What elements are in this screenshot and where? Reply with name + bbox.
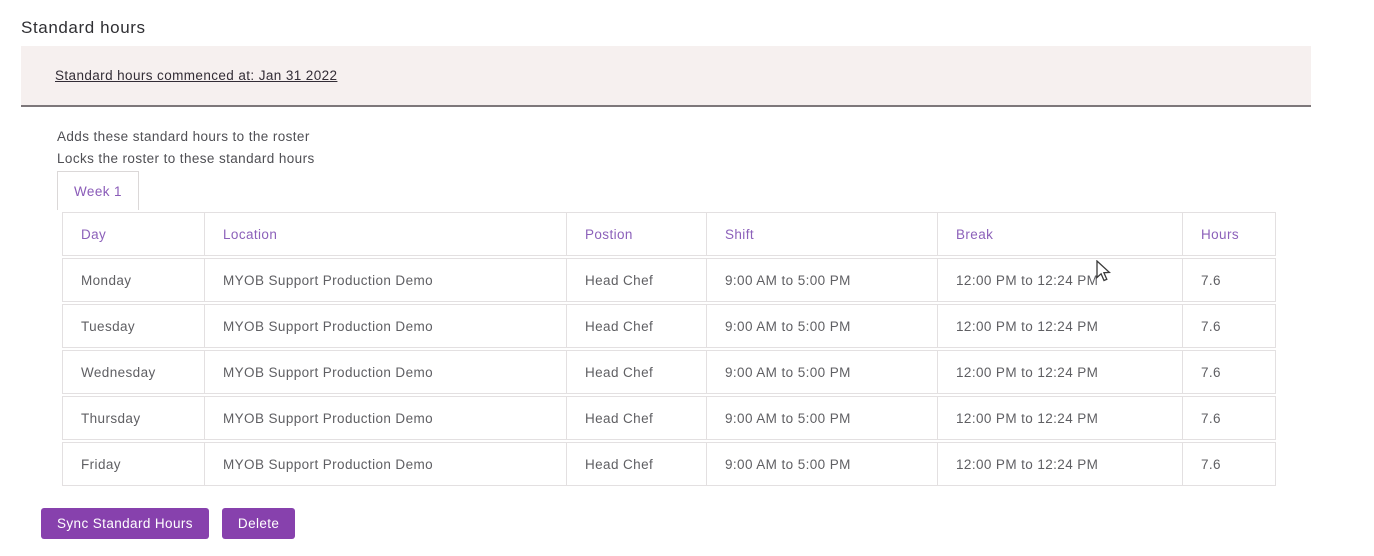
commenced-banner: Standard hours commenced at: Jan 31 2022	[21, 46, 1311, 107]
page-title: Standard hours	[21, 18, 146, 37]
table-row-monday: Monday MYOB Support Production Demo Head…	[62, 258, 1276, 302]
cell-location: MYOB Support Production Demo	[205, 304, 567, 348]
cell-day: Tuesday	[62, 304, 205, 348]
cell-shift: 9:00 AM to 5:00 PM	[707, 350, 938, 394]
cell-break: 12:00 PM to 12:24 PM	[938, 350, 1183, 394]
description-adds-line: Adds these standard hours to the roster	[57, 129, 310, 144]
table-row-wednesday: Wednesday MYOB Support Production Demo H…	[62, 350, 1276, 394]
cell-day: Monday	[62, 258, 205, 302]
cell-break: 12:00 PM to 12:24 PM	[938, 304, 1183, 348]
commenced-date-link[interactable]: Standard hours commenced at: Jan 31 2022	[55, 68, 337, 83]
cell-hours: 7.6	[1183, 396, 1276, 440]
cell-location: MYOB Support Production Demo	[205, 258, 567, 302]
cell-shift: 9:00 AM to 5:00 PM	[707, 258, 938, 302]
cell-location: MYOB Support Production Demo	[205, 350, 567, 394]
table-row-friday: Friday MYOB Support Production Demo Head…	[62, 442, 1276, 486]
cell-postion: Head Chef	[567, 350, 707, 394]
table-row-tuesday: Tuesday MYOB Support Production Demo Hea…	[62, 304, 1276, 348]
cell-hours: 7.6	[1183, 350, 1276, 394]
cell-hours: 7.6	[1183, 442, 1276, 486]
tab-week-1[interactable]: Week 1	[57, 171, 139, 210]
cell-break: 12:00 PM to 12:24 PM	[938, 396, 1183, 440]
table-header-row: Day Location Postion Shift Break Hours	[62, 212, 1276, 256]
table-row-thursday: Thursday MYOB Support Production Demo He…	[62, 396, 1276, 440]
cell-break: 12:00 PM to 12:24 PM	[938, 258, 1183, 302]
cell-postion: Head Chef	[567, 396, 707, 440]
cell-day: Wednesday	[62, 350, 205, 394]
standard-hours-table: Day Location Postion Shift Break Hours M…	[62, 210, 1276, 488]
cell-day: Friday	[62, 442, 205, 486]
cell-shift: 9:00 AM to 5:00 PM	[707, 442, 938, 486]
column-header-location: Location	[205, 212, 567, 256]
cell-postion: Head Chef	[567, 258, 707, 302]
cell-postion: Head Chef	[567, 442, 707, 486]
description-locks-line: Locks the roster to these standard hours	[57, 151, 315, 166]
cell-location: MYOB Support Production Demo	[205, 442, 567, 486]
column-header-postion: Postion	[567, 212, 707, 256]
cell-break: 12:00 PM to 12:24 PM	[938, 442, 1183, 486]
delete-button[interactable]: Delete	[221, 508, 296, 539]
cell-shift: 9:00 AM to 5:00 PM	[707, 396, 938, 440]
cell-hours: 7.6	[1183, 304, 1276, 348]
cell-hours: 7.6	[1183, 258, 1276, 302]
action-buttons: Sync Standard Hours Delete	[41, 508, 296, 539]
cell-day: Thursday	[62, 396, 205, 440]
column-header-hours: Hours	[1183, 212, 1276, 256]
cell-shift: 9:00 AM to 5:00 PM	[707, 304, 938, 348]
sync-standard-hours-button[interactable]: Sync Standard Hours	[41, 508, 209, 539]
column-header-day: Day	[62, 212, 205, 256]
column-header-break: Break	[938, 212, 1183, 256]
cell-location: MYOB Support Production Demo	[205, 396, 567, 440]
column-header-shift: Shift	[707, 212, 938, 256]
cell-postion: Head Chef	[567, 304, 707, 348]
